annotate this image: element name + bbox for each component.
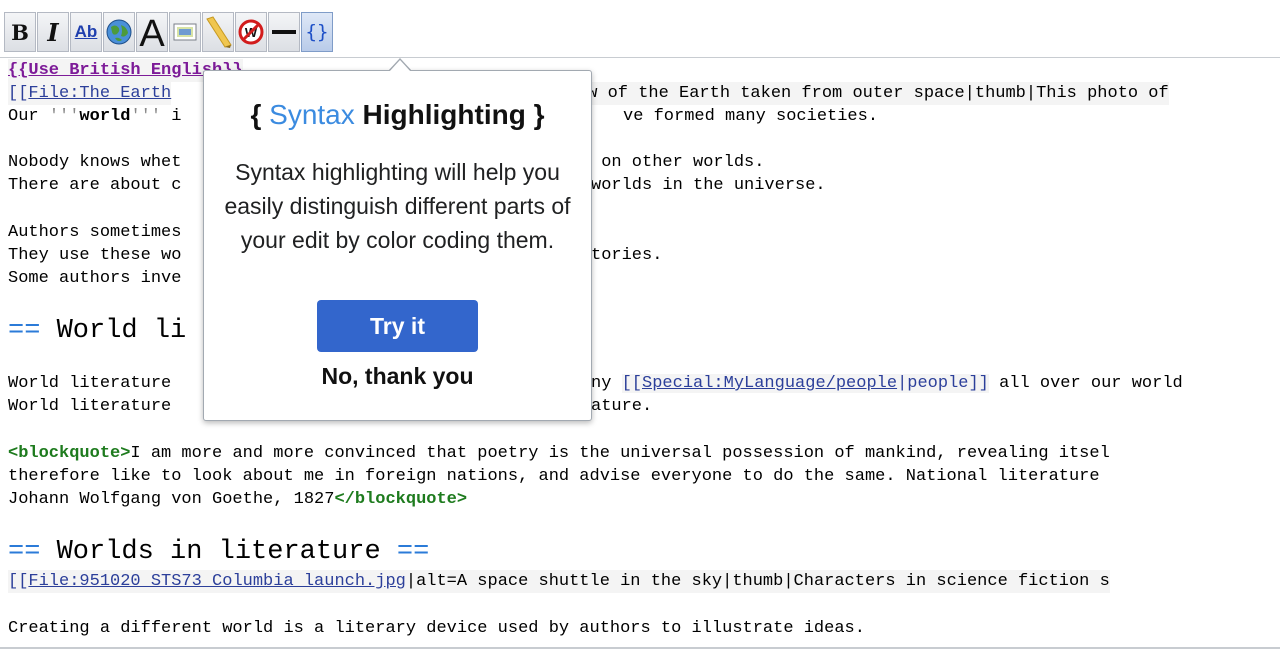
text-span: Johann Wolfgang von Goethe, 1827 [8,490,335,509]
text-span: They use these wo [8,246,182,265]
heading-markup: == [396,537,430,567]
editor-line: Our '''world''' i [8,105,181,128]
link-bracket: [[ [621,374,643,393]
bold-text: world [79,107,131,126]
html-tag: </blockquote> [334,490,468,509]
text-span: Authors sometimes [8,223,182,242]
editor-line-tail: on other worlds. [591,151,764,174]
heading-line: == World li [8,314,186,348]
heading-markup: == [8,537,41,567]
bold-button[interactable]: B [4,12,36,52]
nowiki-icon: W [238,19,264,45]
editor-line: Authors sometimes [8,221,181,244]
embedded-file-icon [173,23,197,41]
horizontal-line-button[interactable] [268,12,300,52]
edit-toolbar: B I Ab A W [4,12,333,54]
text-span: Creating a different world is a literary… [8,619,865,638]
heading-line: == Worlds in literature == [8,535,429,569]
external-link-button[interactable] [103,12,135,52]
nowiki-button[interactable]: W [235,12,267,52]
text-span: worlds in the universe. [591,176,826,195]
italic-icon: I [47,17,59,47]
editor-line: [[File:951020 STS73 Columbia launch.jpg|… [8,570,1110,593]
syntax-highlight-button[interactable]: {} [301,12,333,52]
bold-markup: ''' [130,107,162,126]
editor-line-tail: ew of the Earth taken from outer space|t… [577,82,1169,105]
bold-markup: ''' [48,107,80,126]
syntax-highlighting-popup: { Syntax Highlighting } Syntax highlight… [203,70,592,421]
embedded-file-button[interactable] [169,12,201,52]
editor-line: therefore like to look about me in forei… [8,465,1100,488]
editor-line-tail: worlds in the universe. [591,174,826,197]
editor-bottom-border [0,647,1280,649]
editor-line: [[File:The Earth [8,82,172,105]
internal-link-button[interactable]: Ab [70,12,102,52]
editor-line: They use these wo [8,244,181,267]
wikitext-editor[interactable]: {{Use British English}} [[File:The Earth… [0,57,1280,652]
text-span: World literature [8,397,182,416]
bold-icon: B [11,19,29,45]
heading-markup: == [8,316,41,346]
text-span: Nobody knows whet [8,153,182,172]
special-link[interactable]: Special:MyLanguage/people [642,374,897,393]
syntax-highlight-icon: {} [305,21,329,43]
text-span: all over our world [988,374,1183,393]
text-span: ny [591,374,622,393]
popup-title: { Syntax Highlighting } [204,99,591,131]
headline-icon: A [139,12,165,52]
heading-text: Worlds in literature [40,537,397,567]
text-span: I am more and more convinced that poetry… [130,444,1110,463]
text-span: Our [8,107,49,126]
text-span: World literature [8,374,182,393]
editor-line: Some authors inve [8,267,181,290]
html-tag: <blockquote> [8,444,131,463]
title-rest: Highlighting } [354,99,545,130]
link-text: |alt=A space shuttle in the sky|thumb|Ch… [405,572,1110,591]
editor-line: Nobody knows whet [8,151,181,174]
text-span: on other worlds. [591,153,765,172]
text-span: ature. [591,397,653,416]
text-span: ve formed many societies. [623,107,879,126]
internal-link-icon: Ab [74,22,98,41]
headline-button[interactable]: A [136,12,168,52]
editor-line-tail: ny [[Special:MyLanguage/people|people]] … [591,372,1183,395]
popup-pointer-fill [389,60,411,72]
editor-line: World literature [8,372,181,395]
try-it-button[interactable]: Try it [317,300,478,352]
editor-line-tail: tories. [591,244,662,267]
italic-button[interactable]: I [37,12,69,52]
file-link[interactable]: File:The Earth [28,84,171,103]
title-accent-word: Syntax [269,99,355,130]
editor-line: There are about c [8,174,181,197]
text-span: therefore like to look about me in forei… [8,467,1100,486]
media-file-icon [206,16,232,48]
title-brace: { [250,99,270,130]
external-link-globe-icon [106,19,132,45]
text-span: Some authors inve [8,269,182,288]
text-span: i [161,107,182,126]
no-thank-you-button[interactable]: No, thank you [204,363,591,390]
editor-line: Johann Wolfgang von Goethe, 1827</blockq… [8,488,467,511]
link-bracket: [[ [8,84,29,103]
link-bracket: [[ [8,572,29,591]
editor-line: Creating a different world is a literary… [8,617,865,640]
popup-description: Syntax highlighting will help you easily… [224,159,571,253]
link-text: |people]] [897,374,989,393]
editor-line: World literature [8,395,181,418]
link-text: ew of the Earth taken from outer space|t… [577,84,1169,103]
text-span: There are about c [8,176,182,195]
media-file-button[interactable] [202,12,234,52]
editor-line-tail: ature. [591,395,652,418]
heading-text: World li [40,316,187,346]
file-link[interactable]: File:951020 STS73 Columbia launch.jpg [28,572,405,591]
editor-line-tail: ve formed many societies. [623,105,878,128]
editor-line: <blockquote>I am more and more convinced… [8,442,1110,465]
text-span: tories. [591,246,663,265]
horizontal-line-icon [272,30,296,34]
